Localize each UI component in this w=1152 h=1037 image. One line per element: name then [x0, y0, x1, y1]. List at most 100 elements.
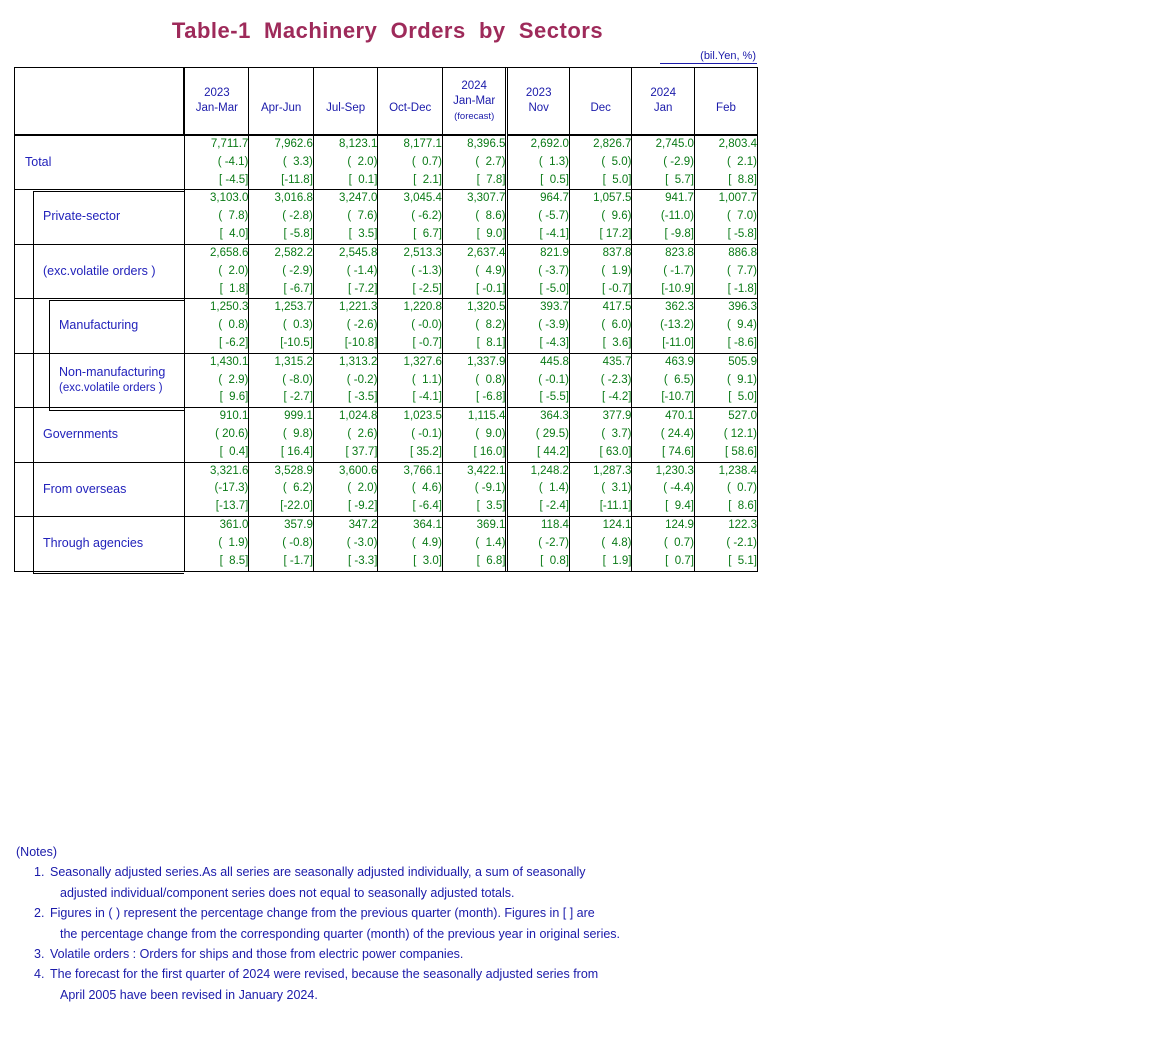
note-line: Figures in ( ) represent the percentage … [50, 906, 595, 921]
cell-qoq-change: ( 8.2) [475, 319, 506, 332]
row-label-text: Private-sector [43, 209, 121, 224]
cell-yoy-change: [ 8.5] [219, 554, 249, 567]
header-period: Jan [653, 102, 673, 115]
table: 2023 Jan-Mar Apr-Jun Jul-Sep Oct-Dec 2024 Jan-… [15, 68, 757, 571]
cell-yoy-change: [-10.7] [661, 391, 694, 404]
data-cell: 964.7 ( -5.7) [ -4.1] [505, 189, 570, 245]
header-note: (forecast) [454, 110, 495, 122]
data-cell: 7,711.7 ( -4.1) [ -4.5] [184, 134, 250, 190]
cell-value: 1,024.8 [339, 410, 378, 423]
cell-qoq-change: ( -0.8) [282, 536, 313, 549]
cell-value: 3,766.1 [403, 464, 442, 477]
data-cell: 1,315.2 ( -8.0) [ -2.7] [248, 352, 314, 408]
cell-yoy-change: [ -2.4] [539, 500, 569, 513]
cell-qoq-change: ( 1.1) [411, 373, 442, 386]
header-corner-cell [15, 68, 186, 136]
note-line: Volatile orders : Orders for ships and t… [50, 946, 464, 961]
cell-qoq-change: ( -1.4) [346, 264, 378, 277]
header-year: 2023 [204, 87, 230, 100]
cell-yoy-change: [ 6.8] [476, 554, 506, 567]
header-period: Dec [590, 102, 611, 115]
cell-yoy-change: [ 0.8] [540, 554, 569, 567]
cell-value: 122.3 [728, 519, 757, 532]
cell-value: 1,287.3 [593, 464, 632, 477]
cell-value: 347.2 [348, 519, 378, 532]
cell-value: 1,115.4 [467, 410, 506, 423]
cell-yoy-change: [ -2.7] [283, 391, 313, 404]
cell-qoq-change: ( 0.7) [411, 155, 442, 168]
cell-yoy-change: [ -1.7] [283, 554, 313, 567]
cell-value: 964.7 [540, 192, 569, 205]
row-label-text: Through agencies [43, 535, 144, 550]
header-period: Apr-Jun [260, 102, 302, 115]
cell-value: 1,220.8 [403, 301, 442, 314]
table-row: From overseas 3,321.6 (-17.3) [-13.7] 3,528.… [15, 461, 757, 517]
row-label-text: Total [25, 154, 52, 169]
cell-value: 941.7 [665, 192, 694, 205]
note-line: Seasonally adjusted series.As all series… [50, 865, 586, 880]
data-cell: 1,430.1 ( 2.9) [ 9.6] [184, 352, 250, 408]
cell-qoq-change: ( -2.9) [663, 155, 694, 168]
cell-value: 823.8 [665, 246, 694, 259]
data-cell: 347.2 ( -3.0) [ -3.3] [313, 516, 379, 571]
row-label-text: Non-manufacturing [59, 365, 166, 380]
data-cell: 396.3 ( 9.4) [ -8.6] [694, 298, 757, 354]
cell-value: 445.8 [540, 355, 569, 368]
cell-qoq-change: ( 7.7) [726, 264, 757, 277]
data-cell: 3,103.0 ( 7.8) [ 4.0] [184, 189, 250, 245]
cell-yoy-change: [ 7.8] [476, 173, 506, 186]
cell-qoq-change: ( 9.6) [601, 210, 632, 223]
header-col-dec: Dec [569, 68, 633, 136]
header-col-oct-dec: Oct-Dec [377, 68, 443, 136]
cell-yoy-change: [ 5.1] [728, 554, 757, 567]
cell-yoy-change: [ 9.6] [219, 391, 249, 404]
row-label-exc-volatile-orders: (exc.volatile orders ) [15, 243, 185, 299]
data-cell: 364.3 ( 29.5) [ 44.2] [505, 407, 570, 463]
cell-value: 886.8 [728, 246, 757, 259]
cell-yoy-change: [ 74.6] [661, 445, 694, 458]
note-item: 1. Seasonally adjusted series.As all seri… [16, 863, 1116, 882]
cell-yoy-change: [ 1.8] [219, 282, 249, 295]
data-cell: 1,024.8 ( 2.6) [ 37.7] [313, 407, 379, 463]
cell-value: 2,826.7 [593, 138, 632, 150]
cell-qoq-change: (-13.2) [660, 319, 694, 332]
data-cell: 1,057.5 ( 9.6) [ 17.2] [569, 189, 633, 245]
header-period: Nov [528, 102, 549, 115]
cell-value: 837.8 [602, 246, 632, 259]
cell-value: 7,962.6 [274, 138, 313, 150]
data-cell: 8,123.1 ( 2.0) [ 0.1] [313, 134, 379, 190]
cell-qoq-change: ( 2.6) [347, 428, 378, 440]
cell-qoq-change: ( -3.0) [346, 536, 378, 549]
cell-yoy-change: [ -0.7] [602, 282, 632, 295]
cell-qoq-change: ( 2.1) [726, 155, 757, 168]
cell-value: 364.1 [413, 519, 442, 532]
cell-qoq-change: ( -2.3) [600, 373, 632, 386]
cell-yoy-change: [ -0.1] [476, 282, 506, 295]
cell-qoq-change: ( 0.8) [475, 373, 506, 386]
data-cell: 823.8 ( -1.7) [-10.9] [631, 243, 695, 299]
data-cell: 2,545.8 ( -1.4) [ -7.2] [313, 243, 379, 299]
data-cell: 1,253.7 ( 0.3) [-10.5] [248, 298, 314, 354]
cell-yoy-change: [ 0.1] [348, 173, 378, 186]
table-row: Through agencies 361.0 ( 1.9) [ 8.5] 357.9 ( … [15, 516, 757, 571]
cell-qoq-change: ( 2.0) [347, 155, 378, 168]
row-label-governments: Governments [15, 407, 185, 463]
cell-value: 2,582.2 [274, 246, 313, 259]
data-cell: 7,962.6 ( 3.3) [-11.8] [248, 134, 314, 190]
data-cell: 505.9 ( 9.1) [ 5.0] [694, 352, 757, 408]
note-line-continued: the percentage change from the correspon… [60, 926, 621, 941]
data-cell: 1,023.5 ( -0.1) [ 35.2] [377, 407, 443, 463]
table-row: Governments 910.1 ( 20.6) [ 0.4] 999.1 ( 9.8)… [15, 407, 757, 463]
cell-qoq-change: ( -0.1) [538, 373, 569, 386]
header-row: 2023 Jan-Mar Apr-Jun Jul-Sep Oct-Dec 2024 Jan-… [15, 68, 757, 136]
cell-qoq-change: ( -1.7) [663, 264, 694, 277]
cell-yoy-change: [ -9.2] [348, 500, 378, 513]
cell-yoy-change: [-22.0] [280, 500, 313, 513]
data-cell: 1,248.2 ( 1.4) [ -2.4] [505, 461, 570, 517]
cell-value: 821.9 [540, 246, 569, 259]
data-cell: 1,220.8 ( -0.0) [ -0.7] [377, 298, 443, 354]
table-row: Private-sector 3,103.0( 7.8)[ 4.0] 3,016.8… [15, 189, 757, 245]
header-year: 2023 [525, 87, 552, 100]
data-cell: 2,745.0 ( -2.9) [ 5.7] [631, 134, 695, 190]
cell-yoy-change: [ 44.2] [536, 445, 569, 458]
